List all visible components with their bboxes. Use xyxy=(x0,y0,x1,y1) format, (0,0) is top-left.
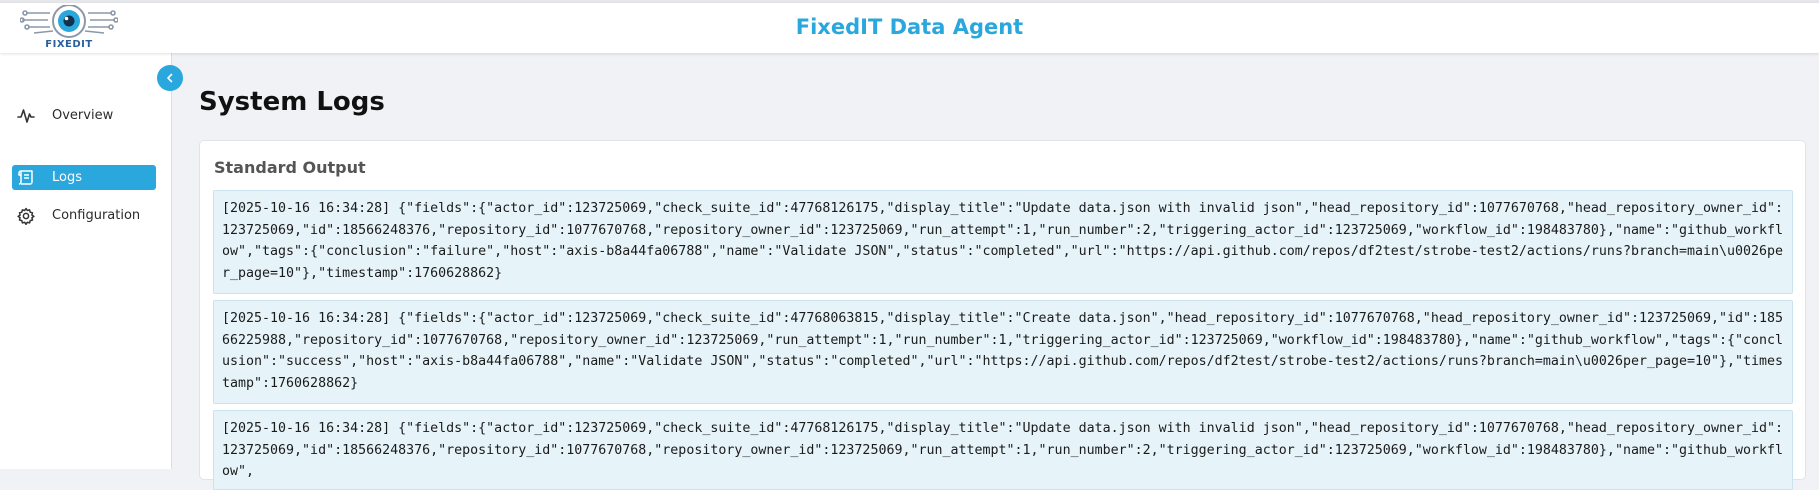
sidebar-item-logs[interactable]: Logs xyxy=(12,165,156,190)
sidebar-item-label: Logs xyxy=(52,170,82,185)
sidebar-item-overview[interactable]: Overview xyxy=(12,103,156,128)
main-content: System Logs Standard Output [2025-10-16 … xyxy=(173,53,1819,490)
page-title: System Logs xyxy=(199,87,385,117)
chevron-left-icon xyxy=(167,73,173,83)
sidebar-item-configuration[interactable]: Configuration xyxy=(12,203,156,228)
sidebar: Overview Logs Configuration xyxy=(0,53,172,469)
activity-icon xyxy=(16,106,36,126)
app-title: FixedIT Data Agent xyxy=(795,15,1024,39)
log-entry: [2025-10-16 16:34:28] {"fields":{"actor_… xyxy=(213,190,1793,294)
sidebar-item-label: Configuration xyxy=(52,208,141,223)
log-entry: [2025-10-16 16:34:28] {"fields":{"actor_… xyxy=(213,300,1793,404)
scroll-icon xyxy=(16,168,36,188)
standard-output-card: Standard Output [2025-10-16 16:34:28] {"… xyxy=(199,140,1806,490)
app-header: FIXEDIT FixedIT Data Agent xyxy=(0,3,1819,53)
logo-wordmark: FIXEDIT xyxy=(45,39,93,50)
sidebar-item-label: Overview xyxy=(52,108,114,123)
sidebar-collapse-button[interactable] xyxy=(157,65,183,91)
card-title: Standard Output xyxy=(214,158,366,177)
gear-icon xyxy=(16,206,36,226)
log-entry: [2025-10-16 16:34:28] {"fields":{"actor_… xyxy=(213,410,1793,490)
